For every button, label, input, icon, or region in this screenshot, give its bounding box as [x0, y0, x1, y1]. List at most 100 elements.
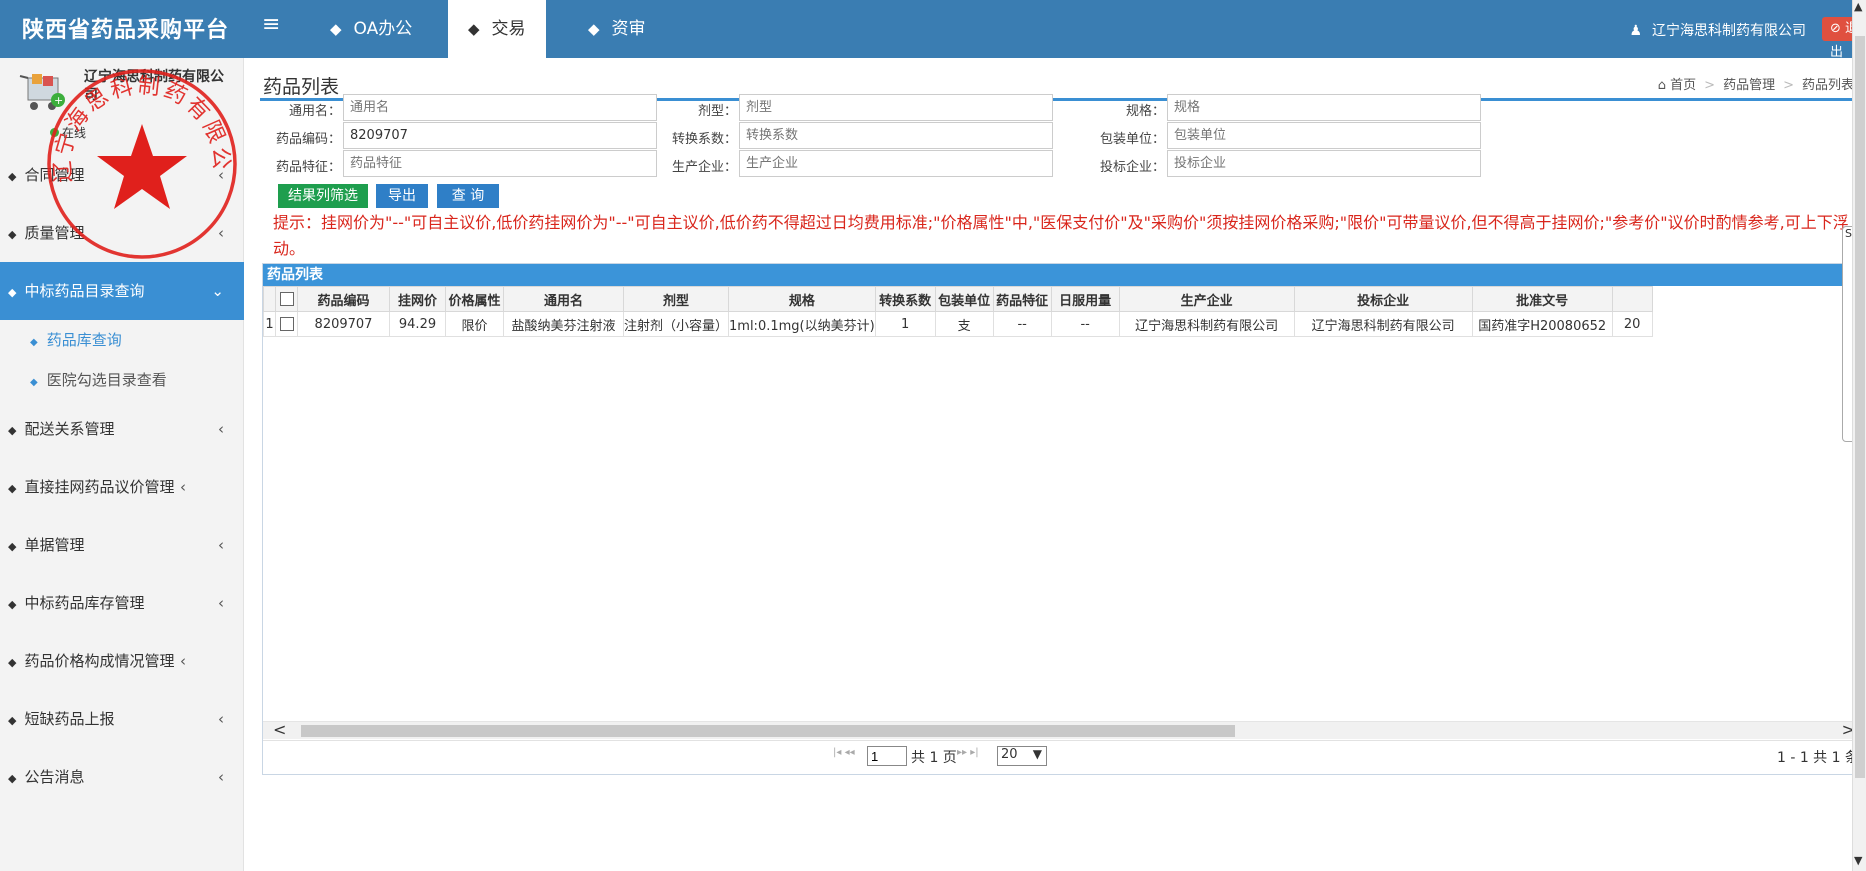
page-title: 药品列表 — [263, 76, 340, 98]
breadcrumb-home[interactable]: 首页 — [1670, 78, 1696, 93]
sidebar-item-inventory[interactable]: ◆ 中标药品库存管理 ‹ — [0, 574, 244, 632]
vertical-scrollbar[interactable]: ▲ ▼ — [1852, 0, 1866, 871]
user-info[interactable]: ♟ 辽宁海思科制药有限公司 — [1629, 20, 1806, 40]
chevron-left-icon: ‹ — [180, 478, 186, 496]
table-row[interactable]: 1 8209707 94.29 限价 盐酸纳美芬注射液 注射剂（小容量） 1ml… — [263, 311, 1653, 337]
scroll-down-icon[interactable]: ▼ — [1854, 854, 1862, 867]
col-manufacturer[interactable]: 生产企业 — [1118, 286, 1295, 312]
col-listed-price[interactable]: 挂网价 — [389, 286, 446, 312]
menu-toggle-icon[interactable]: ≡ — [262, 12, 280, 37]
scrollbar-thumb[interactable] — [301, 725, 1235, 737]
chevron-down-icon: ⌄ — [211, 282, 224, 300]
sidebar-item-documents[interactable]: ◆ 单据管理 ‹ — [0, 516, 244, 574]
sidebar-subitem-drug-library[interactable]: ◆ 药品库查询 — [0, 320, 244, 360]
col-pack-unit[interactable]: 包装单位 — [934, 286, 994, 312]
pagination: |◂ ◂◂ 共 1 页 ▸▸ ▸| 20▼ 1 - 1 共 1 条 — [263, 740, 1865, 770]
cell-daily-dose: -- — [1050, 311, 1120, 337]
page-size-select[interactable]: 20 ▼ — [997, 746, 1047, 766]
grid-title-bar: 药品列表 − — [263, 264, 1865, 286]
manufacturer-input[interactable] — [739, 150, 1053, 177]
breadcrumb-drug-management[interactable]: 药品管理 — [1723, 78, 1775, 93]
dosage-form-label: 剂型： — [697, 104, 737, 119]
horizontal-scrollbar[interactable]: < > — [263, 720, 1865, 739]
diamond-icon: ◆ — [588, 20, 600, 38]
sidebar-item-shortage[interactable]: ◆ 短缺药品上报 ‹ — [0, 690, 244, 748]
breadcrumb: ⌂ 首页 > 药品管理 > 药品列表 — [1657, 78, 1854, 93]
spec-input[interactable] — [1167, 94, 1481, 121]
company-name: 辽宁海思科制药有限公司 — [84, 69, 224, 103]
sidebar-item-contract[interactable]: ◆ 合同管理 ‹ — [0, 146, 244, 204]
col-drug-feature[interactable]: 药品特征 — [992, 286, 1052, 312]
notice-text: 提示：挂网价为"--"可自主议价,低价药挂网价为"--"可自主议价,低价药不得超… — [273, 213, 1849, 258]
dosage-form-input[interactable] — [739, 94, 1053, 121]
online-status: 在线 — [50, 124, 86, 141]
col-select-all[interactable] — [275, 286, 298, 312]
first-prev-page-icon[interactable]: |◂ ◂◂ — [833, 747, 855, 758]
row-index: 1 — [263, 311, 276, 337]
col-extra[interactable] — [1611, 286, 1653, 312]
user-icon: ♟ — [1629, 23, 1642, 39]
diamond-icon: ◆ — [8, 540, 17, 553]
drug-grid-panel: 药品列表 − 药品编码 挂网价 价格属性 通用名 剂型 规格 — [262, 263, 1866, 775]
diamond-icon: ◆ — [8, 656, 17, 669]
diamond-icon: ◆ — [8, 286, 17, 299]
col-drug-code[interactable]: 药品编码 — [297, 286, 390, 312]
generic-name-label: 通用名： — [288, 104, 341, 119]
sidebar-item-delivery[interactable]: ◆ 配送关系管理 ‹ — [0, 400, 244, 458]
total-pages: 共 1 页 — [911, 750, 957, 766]
drug-feature-input[interactable] — [343, 150, 657, 177]
next-last-page-icon[interactable]: ▸▸ ▸| — [957, 747, 979, 758]
chevron-left-icon: ‹ — [218, 224, 224, 242]
query-button[interactable]: 查 询 — [437, 184, 499, 208]
diamond-icon: ◆ — [8, 714, 17, 727]
shopping-cart-icon: + — [19, 74, 65, 110]
cell-drug-code: 8209707 — [297, 311, 390, 337]
diamond-icon: ◆ — [8, 424, 17, 437]
conversion-input[interactable] — [739, 122, 1053, 149]
cell-spec: 1ml:0.1mg(以纳美芬计) — [728, 311, 876, 337]
chevron-left-icon: ‹ — [218, 710, 224, 728]
generic-name-input[interactable] — [343, 94, 657, 121]
col-bid-company[interactable]: 投标企业 — [1293, 286, 1473, 312]
cell-price-attr: 限价 — [445, 311, 504, 337]
sidebar-item-price-composition[interactable]: ◆ 药品价格构成情况管理 ‹ — [0, 632, 244, 690]
sidebar-item-price-negotiation[interactable]: ◆ 直接挂网药品议价管理 ‹ — [0, 458, 244, 516]
scroll-up-icon[interactable]: ▲ — [1854, 0, 1862, 13]
drug-code-input[interactable] — [343, 122, 657, 149]
cell-approval-number: 国药准字H20080652 — [1471, 311, 1613, 337]
col-approval-number[interactable]: 批准文号 — [1471, 286, 1613, 312]
pack-unit-input[interactable] — [1167, 122, 1481, 149]
spec-label: 规格： — [1125, 104, 1165, 119]
col-spec[interactable]: 规格 — [728, 286, 876, 312]
sidebar-item-announcements[interactable]: ◆ 公告消息 ‹ — [0, 748, 244, 806]
tab-trade[interactable]: ◆ 交易 — [448, 0, 546, 58]
sidebar-item-winning-catalog[interactable]: ◆ 中标药品目录查询 ⌄ — [0, 262, 244, 320]
col-generic-name[interactable]: 通用名 — [503, 286, 624, 312]
scroll-left-icon[interactable]: < — [273, 720, 286, 739]
bid-company-input[interactable] — [1167, 150, 1481, 177]
chevron-left-icon: ‹ — [218, 536, 224, 554]
app-title: 陕西省药品采购平台 — [22, 18, 230, 43]
diamond-icon: ◆ — [8, 598, 17, 611]
sidebar-item-quality[interactable]: ◆ 质量管理 ‹ — [0, 204, 244, 262]
row-select[interactable] — [275, 311, 298, 337]
col-dosage-form[interactable]: 剂型 — [622, 286, 730, 312]
sidebar-subitem-hospital-catalog[interactable]: ◆ 医院勾选目录查看 — [0, 360, 244, 400]
diamond-icon: ◆ — [8, 482, 17, 495]
col-conversion[interactable]: 转换系数 — [874, 286, 936, 312]
col-price-attr[interactable]: 价格属性 — [445, 286, 504, 312]
scrollbar-thumb[interactable] — [1855, 36, 1865, 778]
diamond-icon: ◆ — [8, 170, 17, 183]
cell-manufacturer: 辽宁海思科制药有限公司 — [1118, 311, 1295, 337]
tab-oa[interactable]: ◆ OA办公 — [310, 0, 432, 58]
diamond-icon: ◆ — [330, 20, 342, 38]
col-daily-dose[interactable]: 日服用量 — [1050, 286, 1120, 312]
tab-qualification[interactable]: ◆ 资审 — [568, 0, 666, 58]
checkbox[interactable] — [279, 317, 294, 331]
column-filter-button[interactable]: 结果列筛选 — [278, 184, 368, 208]
cell-listed-price: 94.29 — [389, 311, 446, 337]
export-button[interactable]: 导出 — [376, 184, 428, 208]
page-number-input[interactable] — [867, 746, 907, 766]
record-range: 1 - 1 共 1 条 — [1776, 750, 1859, 766]
checkbox[interactable] — [279, 292, 294, 306]
